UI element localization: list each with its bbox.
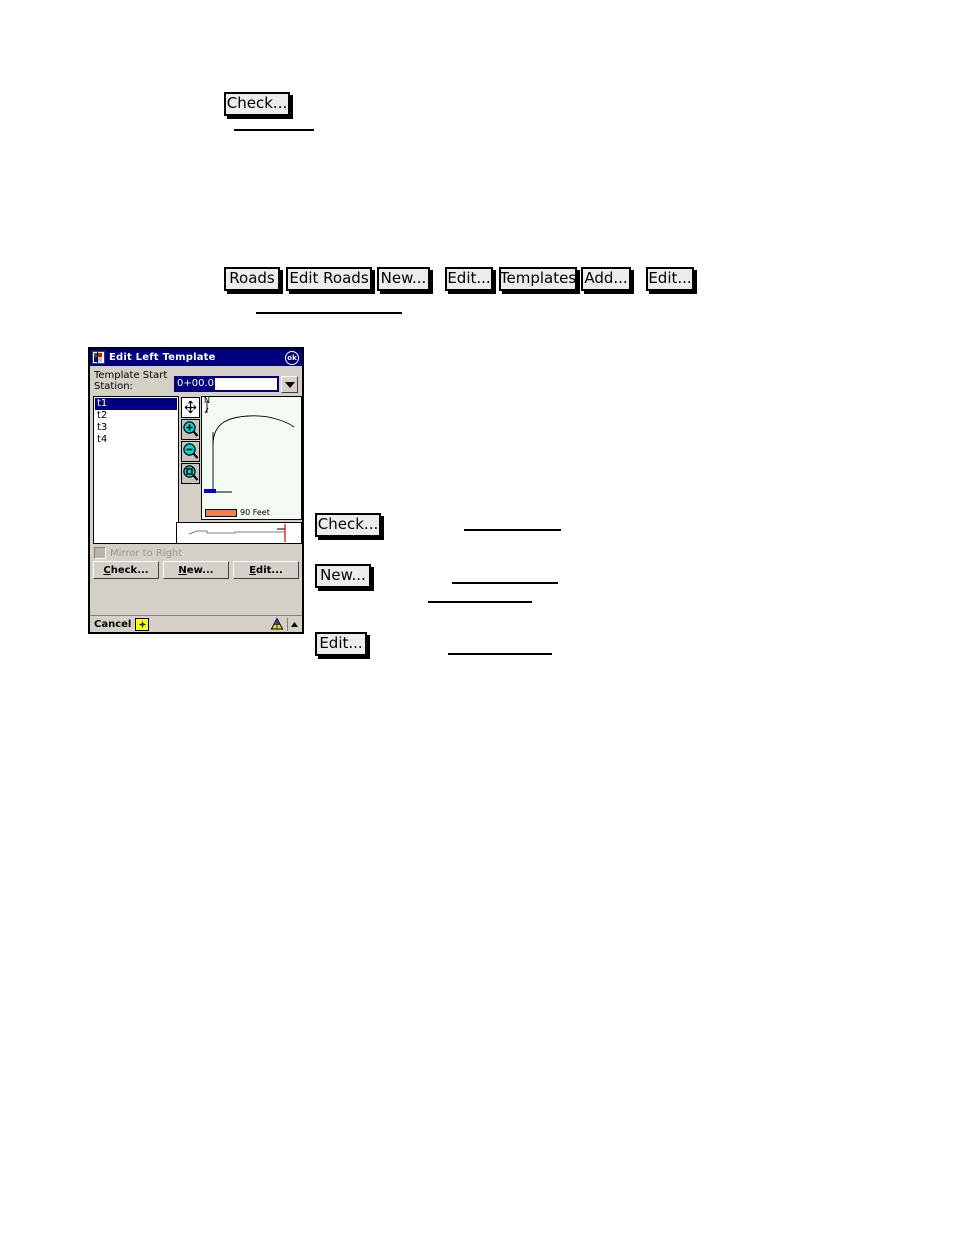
taskbar: Cancel xyxy=(90,615,302,632)
doc-button-check-mid: Check... xyxy=(315,513,381,537)
dialog-title: Edit Left Template xyxy=(109,352,216,363)
edit-left-template-dialog: Edit Left Template ok Template Start Sta… xyxy=(88,347,304,634)
zoom-out-icon[interactable] xyxy=(181,441,200,462)
doc-rule-4 xyxy=(452,582,558,584)
doc-button-edit-top2: Edit... xyxy=(646,267,694,291)
zoom-window-icon[interactable] xyxy=(181,463,200,484)
scale-bar-swatch xyxy=(205,509,237,517)
doc-button-roads: Roads xyxy=(224,267,280,291)
list-item[interactable]: t4 xyxy=(95,434,177,446)
doc-rule-2 xyxy=(256,312,402,314)
doc-rule-3 xyxy=(464,529,561,531)
cross-section-view[interactable] xyxy=(176,522,302,544)
chevron-down-icon xyxy=(284,381,295,388)
station-label-line2: Station: xyxy=(94,381,133,392)
taskbar-divider xyxy=(287,617,288,631)
mirror-to-right-row[interactable]: Mirror to Right xyxy=(90,544,302,561)
station-label: Template Start Station: xyxy=(94,370,174,392)
zoom-extents-icon[interactable] xyxy=(181,397,200,418)
dialog-main-area: t1 t2 t3 t4 N 90 Feet xyxy=(90,396,302,544)
plan-view[interactable]: N 90 Feet xyxy=(201,396,302,520)
graphic-panel: N 90 Feet xyxy=(176,396,302,544)
doc-button-edit-bottom: Edit... xyxy=(315,632,367,656)
app-icon xyxy=(92,351,105,364)
doc-button-new-top: New... xyxy=(377,267,430,291)
list-item[interactable]: t2 xyxy=(95,410,177,422)
doc-button-check-top: Check... xyxy=(224,92,290,116)
mirror-to-right-checkbox[interactable] xyxy=(94,547,106,559)
check-button[interactable]: Check... xyxy=(93,561,159,579)
scale-bar-label: 90 Feet xyxy=(240,508,270,517)
scale-bar: 90 Feet xyxy=(205,509,270,517)
doc-button-add: Add... xyxy=(581,267,631,291)
doc-rule-5 xyxy=(428,601,532,603)
doc-button-edit-roads: Edit Roads xyxy=(286,267,372,291)
zoom-in-icon[interactable] xyxy=(181,419,200,440)
dialog-titlebar: Edit Left Template ok xyxy=(90,349,302,366)
doc-rule-1 xyxy=(234,129,314,131)
north-arrow-label: N xyxy=(204,396,210,405)
surveyor-triangle-icon[interactable] xyxy=(270,617,284,631)
station-label-line1: Template Start xyxy=(94,370,168,381)
doc-button-edit-top: Edit... xyxy=(445,267,493,291)
doc-button-templates: Templates xyxy=(499,267,577,291)
doc-button-new-mid: New... xyxy=(315,564,371,588)
station-input[interactable]: 0+00.0 xyxy=(174,376,279,392)
list-item[interactable]: t1 xyxy=(95,398,177,410)
cancel-button[interactable]: Cancel xyxy=(94,619,131,630)
doc-rule-6 xyxy=(448,653,552,655)
dialog-button-row: Check... New... Edit... xyxy=(90,561,302,581)
edit-button[interactable]: Edit... xyxy=(233,561,299,579)
new-button[interactable]: New... xyxy=(163,561,229,579)
template-start-station-row: Template Start Station: 0+00.0 xyxy=(90,366,302,396)
template-list[interactable]: t1 t2 t3 t4 xyxy=(93,396,179,544)
station-dropdown-button[interactable] xyxy=(281,376,298,393)
list-item[interactable]: t3 xyxy=(95,422,177,434)
ok-button[interactable]: ok xyxy=(285,350,299,365)
input-panel-icon[interactable] xyxy=(135,617,150,631)
station-value: 0+00.0 xyxy=(176,378,216,390)
chevron-up-icon[interactable] xyxy=(290,618,299,631)
mirror-to-right-label: Mirror to Right xyxy=(110,547,183,559)
